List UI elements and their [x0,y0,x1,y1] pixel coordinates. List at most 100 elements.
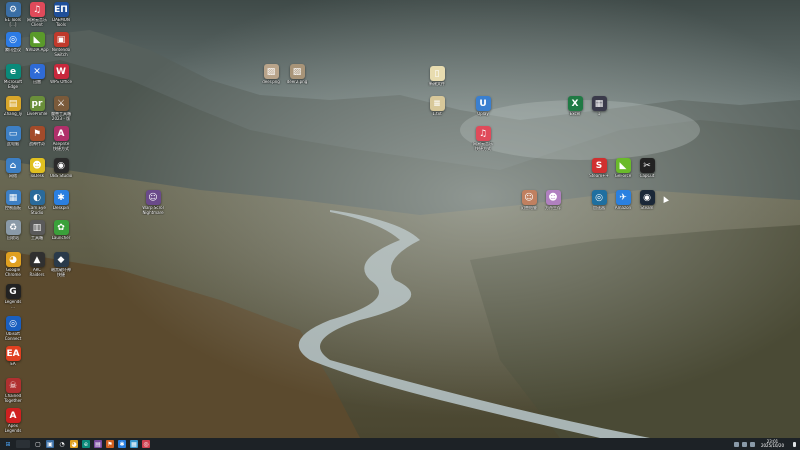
volume-icon[interactable] [741,441,747,447]
desktop-shortcut[interactable]: ☺ Warp Scrol Nightmare [141,190,165,215]
desktop-shortcut[interactable]: ◣ GeForce [611,158,635,179]
desktop-shortcut[interactable]: S Steam++ [587,158,611,179]
desktop-shortcut[interactable]: ≡ 1.txt [425,96,449,117]
desktop-shortcut[interactable]: ◐ Cam Eye Studio [25,190,49,215]
desktop-shortcut[interactable]: ◎ Ubisoft Connect [1,316,25,341]
app-icon: ⚙ [5,2,21,17]
desktop-shortcut-label: Legends ... [4,300,22,309]
desktop-shortcut[interactable]: ◣ NVIDIA App [25,32,49,53]
disc-icon: EΠ [53,2,69,17]
desktop-shortcut[interactable]: ◎ 加速器 [587,190,611,211]
desktop-shortcut[interactable]: EΠ DAEMON Tools [49,2,73,27]
desktop-shortcut[interactable]: ▲ ARC Raiders [25,252,49,277]
game-icon: ◆ [53,252,69,267]
clock[interactable]: 23:01 2025/10/20 [761,439,784,449]
taskbar-app-button[interactable]: ▦ [130,440,138,448]
desktop-shortcut[interactable]: ⚔ 魔兽工具箱 2023 - 版 [49,96,73,121]
desktop-shortcut-label: 迅雷 [33,80,41,84]
desktop-shortcut[interactable]: ▤ Zhang_ly [1,96,25,117]
desktop-shortcut[interactable]: ▭ 此电脑 [1,126,25,147]
desktop-shortcut[interactable]: EA EA [1,346,25,367]
nvidia-icon: ◣ [29,32,45,47]
desktop-shortcut-label: Chained Together [4,394,22,403]
desktop-shortcut[interactable]: X Excel [563,96,587,117]
desktop-shortcut[interactable]: ☻ ToDesk [25,158,49,179]
desktop-shortcut[interactable]: ✕ 迅雷 [25,64,49,85]
desktop-shortcut[interactable]: ☺ 幻兽帕鲁 [517,190,541,211]
notification-icon[interactable] [793,441,796,447]
taskbar-app-button[interactable]: ▢ [34,440,42,448]
desktop-shortcut-label: CapCut [639,174,655,178]
desktop-shortcut[interactable]: ✱ Deskpin [49,190,73,211]
desktop-shortcut-label: 1.txt [432,112,442,116]
desktop-shortcut[interactable]: ▥ 工具箱 [25,220,49,241]
search-box[interactable] [16,440,30,448]
desktop-shortcut[interactable]: ▨ deer.png [259,64,283,85]
taskbar-app-button[interactable]: ▤ [94,440,102,448]
desktop-shortcut[interactable]: pr LiveProfile [25,96,49,117]
desktop-shortcut-label: Nintendo Switch [51,48,71,57]
desktop-shortcut-label: NVIDIA App [25,48,49,52]
desktop-shortcut-label: 工具箱 [31,236,43,240]
desktop-shortcut[interactable]: ♫ 网易云音乐 快捷方式 [471,126,495,151]
desktop-shortcut-label: 1 [597,112,601,116]
desktop-shortcut[interactable]: ◆ 暗黑破坏神 快捷 [49,252,73,277]
desktop-shortcut[interactable]: ◕ Google Chrome [1,252,25,277]
desktop-shortcut[interactable]: A Apex Legends [1,408,25,433]
taskbar-app-button[interactable]: ⚑ [106,440,114,448]
thunder-icon: ✕ [29,64,45,79]
desktop-shortcut[interactable]: ⌂ 网络 [1,158,25,179]
desktop-shortcut[interactable]: e Microsoft Edge [1,64,25,89]
desktop-shortcut[interactable]: ◉ Steam [635,190,659,211]
desktop-shortcut[interactable]: ✂ CapCut [635,158,659,179]
desktop-shortcut[interactable]: ♻ 回收站 [1,220,25,241]
desktop-shortcut[interactable]: ▯ 新建文件 [425,66,449,87]
desktop-shortcut[interactable]: ⚙ EL Tools [...] [1,2,25,27]
desktop-shortcut[interactable]: ▦ 1 [587,96,611,117]
desktop-shortcut[interactable]: G Legends ... [1,284,25,309]
desktop-shortcut[interactable]: A Aseprite 快捷方式 [49,126,73,151]
desktop-shortcut[interactable]: ☠ Chained Together [1,378,25,403]
desktop-shortcut[interactable]: ▣ Nintendo Switch [49,32,73,57]
desktop-shortcut-label: 新建文件 [429,82,445,86]
desktop-shortcut[interactable]: ✿ Launcher [49,220,73,241]
desktop-shortcut-label: 加速器 [593,206,605,210]
app-icon: ✈ [615,190,631,205]
desktop-shortcut-label: 暗黑破坏神 快捷 [51,268,71,277]
desktop-shortcut[interactable]: ▦ 控制面板 [1,190,25,211]
computer-icon: ▭ [5,126,21,141]
desktop-shortcut[interactable]: ▨ deer2.png [285,64,309,85]
game-icon: G [5,284,21,299]
desktop-shortcut[interactable]: U Uplay [471,96,495,117]
desktop-shortcut[interactable]: ⚑ 战神传奇 [25,126,49,147]
taskbar-app-button[interactable]: ◎ [142,440,150,448]
game-icon: ⚑ [29,126,45,141]
desktop-shortcut-label: Google Chrome [5,268,21,277]
taskbar-app-button[interactable]: ▣ [46,440,54,448]
taskbar-app-button[interactable]: ◕ [70,440,78,448]
launcher-icon: ✿ [53,220,69,235]
network-icon[interactable] [733,441,739,447]
taskbar-app-button[interactable]: ✱ [118,440,126,448]
desktop-shortcut[interactable]: ✈ Amazon [611,190,635,211]
desktop[interactable]: ⚙ EL Tools [...] ♫ 网易云音乐 Client EΠ DAEMON Too… [0,0,800,438]
desktop-shortcut[interactable]: ☻ 方舟生存 [541,190,565,211]
battery-icon[interactable] [749,441,755,447]
image-icon: ▨ [289,64,305,79]
desktop-shortcut-label: Cam Eye Studio [28,206,46,215]
file-icon: ▯ [429,66,445,81]
switch-icon: ▣ [53,32,69,47]
taskbar-app-button[interactable]: e [82,440,90,448]
desktop-shortcut[interactable]: ◎ 腾讯会议 [1,32,25,53]
desktop-shortcut[interactable]: W WPS Office [49,64,73,85]
desktop-shortcut-label: Microsoft Edge [3,80,23,89]
taskbar-app-button[interactable]: ◔ [58,440,66,448]
desktop-shortcut[interactable]: ♫ 网易云音乐 Client [25,2,49,27]
desktop-shortcut-label: LiveProfile [26,112,48,116]
desktop-shortcut-label: WPS Office [50,80,72,84]
control-panel-icon: ▦ [5,190,21,205]
desktop-shortcut-label: Aseprite 快捷方式 [52,142,70,151]
desktop-shortcut[interactable]: ◉ OBS Studio [49,158,73,179]
start-button[interactable]: ⊞ [4,440,12,448]
desktop-shortcut-label: deer.png [262,80,280,84]
